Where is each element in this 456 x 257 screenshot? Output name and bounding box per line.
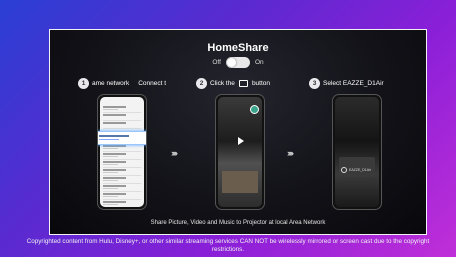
homeshare-toggle[interactable] (225, 57, 250, 68)
panel-title: HomeShare (207, 42, 269, 54)
step-3: 3 Select EAZZE_D1Air (309, 78, 384, 89)
step-1: 1 ame network Connect t (78, 78, 166, 89)
toggle-on-label: On (254, 59, 264, 66)
cast-icon (238, 80, 248, 87)
phone-3-screen: EAZZE_D1Air (335, 97, 379, 207)
toggle-off-label: Off (212, 59, 221, 66)
play-icon (238, 137, 244, 145)
device-name: EAZZE_D1Air (349, 168, 371, 172)
phone-2-screen (218, 97, 262, 207)
phone-media-player (215, 94, 265, 210)
step-3-number: 3 (309, 78, 320, 89)
step-3-text: Select EAZZE_D1Air (323, 80, 384, 87)
photo-thumbnail (222, 171, 258, 193)
step-2-number: 2 (196, 78, 207, 89)
phone-device-select: EAZZE_D1Air (332, 94, 382, 210)
arrow-1: ››››› (171, 148, 178, 158)
homeshare-panel: HomeShare Off On 1 ame network Connect t… (49, 29, 427, 235)
device-list-card: EAZZE_D1Air (339, 157, 375, 177)
step-1-text-a: ame network (92, 80, 130, 87)
toggle-knob (226, 58, 236, 67)
selected-network-item (98, 131, 146, 145)
arrow-2: ››››› (287, 148, 294, 158)
step-2-text-a: Click the (210, 80, 235, 87)
homeshare-toggle-row: Off On (50, 57, 426, 68)
step-2-text-b: button (251, 80, 271, 87)
step-2: 2 Click the button (196, 78, 270, 89)
step-1-text-b: Connect t (138, 80, 167, 87)
phone-network-settings (97, 94, 147, 210)
phone-1-screen (100, 97, 144, 207)
step-1-number: 1 (78, 78, 89, 89)
copyright-notice: Copyrighted content from Hulu, Disney+, … (26, 238, 430, 253)
panel-caption: Share Picture, Video and Music to Projec… (150, 220, 326, 226)
cast-button-icon (250, 105, 259, 114)
device-item: EAZZE_D1Air (341, 167, 371, 173)
device-radio-icon (341, 167, 347, 173)
